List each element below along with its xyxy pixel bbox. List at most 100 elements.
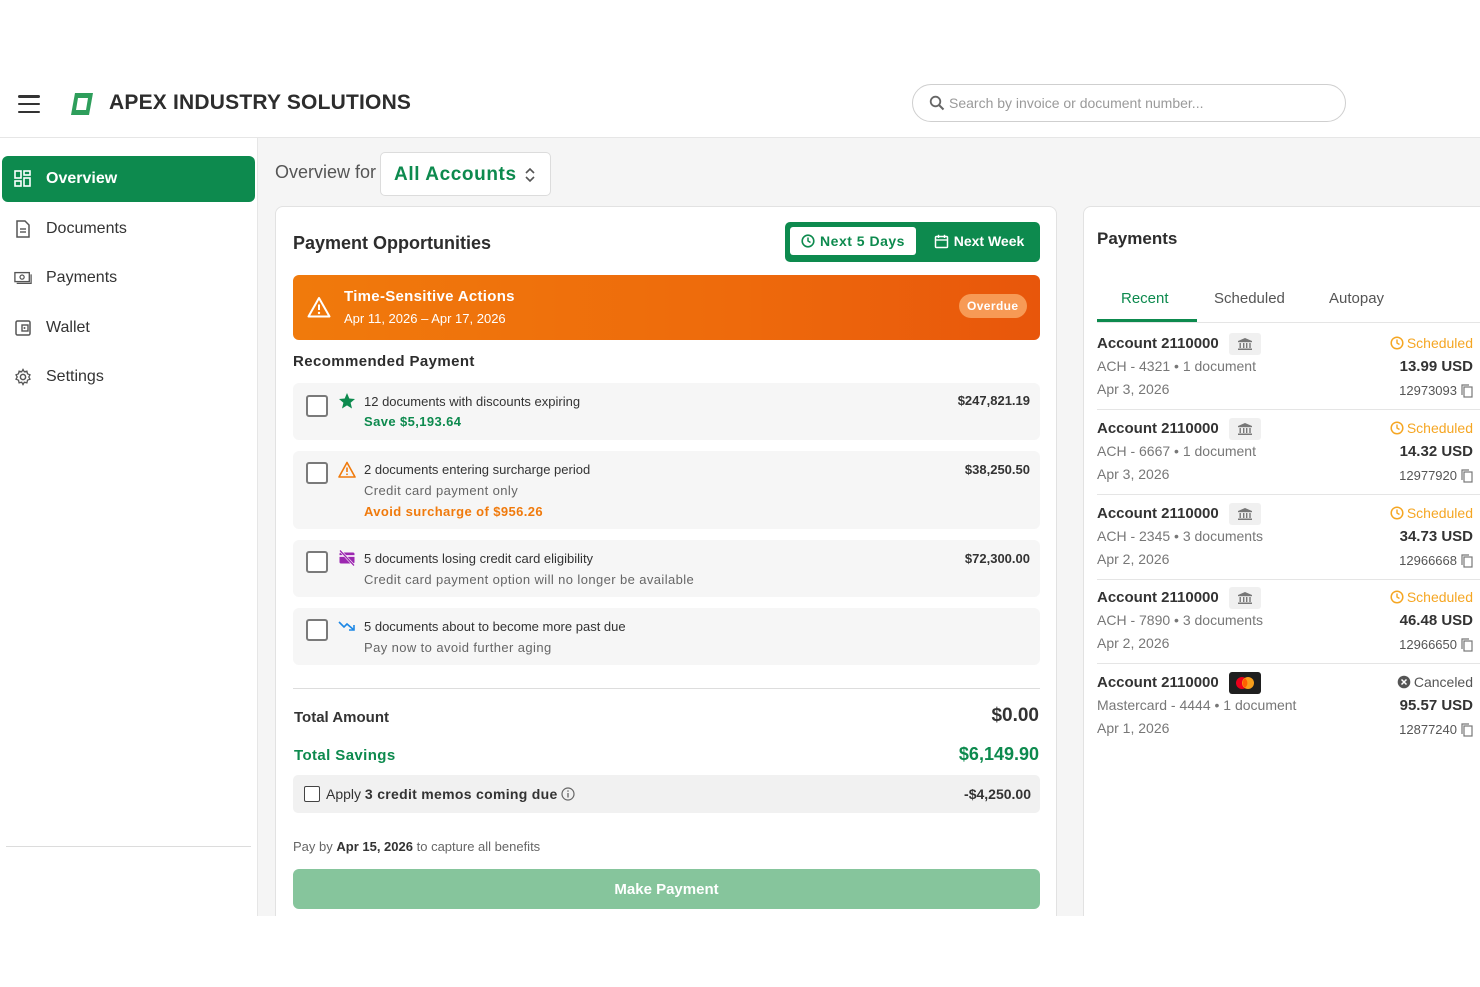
payment-account: Account 2110000 xyxy=(1097,589,1219,606)
alert-title: Time-Sensitive Actions xyxy=(344,288,515,305)
payment-opportunities-card: Payment Opportunities Next 5 Days Next W… xyxy=(275,206,1057,916)
payment-amount: 46.48 USD xyxy=(1399,612,1473,629)
sidebar-item-documents[interactable]: Documents xyxy=(2,206,255,252)
document-icon xyxy=(14,220,32,238)
payment-row[interactable]: Account 2110000 Mastercard - 4444 • 1 do… xyxy=(1097,664,1480,749)
tab-recent[interactable]: Recent xyxy=(1121,290,1169,307)
bank-icon xyxy=(1229,587,1261,609)
status-badge: Scheduled xyxy=(1390,505,1473,521)
payments-card: Payments Recent Scheduled Autopay Accoun… xyxy=(1083,206,1480,916)
payment-id: 12877240 xyxy=(1399,722,1473,737)
row-checkbox[interactable] xyxy=(306,619,328,641)
make-payment-button[interactable]: Make Payment xyxy=(293,869,1040,909)
payment-row[interactable]: Account 2110000 ACH - 2345 • 3 documents… xyxy=(1097,495,1480,580)
tab-autopay[interactable]: Autopay xyxy=(1329,290,1384,307)
row-savings: Avoid surcharge of $956.26 xyxy=(364,504,543,519)
sidebar-item-overview[interactable]: Overview xyxy=(2,156,255,202)
payment-method: ACH - 6667 • 1 document xyxy=(1097,443,1256,459)
period-toggle: Next 5 Days Next Week xyxy=(785,222,1040,262)
overdue-badge: Overdue xyxy=(959,294,1027,318)
cash-icon xyxy=(14,269,32,287)
payment-row[interactable]: Account 2110000 ACH - 4321 • 1 document … xyxy=(1097,325,1480,410)
grid-icon xyxy=(14,170,32,188)
warning-icon xyxy=(338,461,356,478)
payment-id: 12966668 xyxy=(1399,553,1473,568)
menu-icon[interactable] xyxy=(18,95,40,113)
payment-account: Account 2110000 xyxy=(1097,674,1219,691)
overview-label: Overview for xyxy=(275,162,377,182)
info-icon[interactable] xyxy=(560,787,575,801)
copy-icon[interactable] xyxy=(1461,553,1473,568)
account-select[interactable]: All Accounts xyxy=(380,152,551,196)
tab-scheduled[interactable]: Scheduled xyxy=(1214,290,1285,307)
sidebar-item-label: Documents xyxy=(46,220,127,237)
payment-method: ACH - 4321 • 1 document xyxy=(1097,358,1256,374)
payment-id-text: 12977920 xyxy=(1399,468,1457,483)
payment-id: 12966650 xyxy=(1399,637,1473,652)
clock-icon xyxy=(1390,336,1404,350)
sidebar-item-payments[interactable]: Payments xyxy=(2,255,255,301)
status-text: Scheduled xyxy=(1406,505,1473,521)
payments-title: Payments xyxy=(1097,229,1178,248)
payment-method: Mastercard - 4444 • 1 document xyxy=(1097,697,1297,713)
credit-memo-row[interactable]: Apply 3 credit memos coming due -$4,250.… xyxy=(293,775,1040,813)
card-title: Payment Opportunities xyxy=(293,233,492,253)
payment-amount: 14.32 USD xyxy=(1399,443,1473,460)
payment-row[interactable]: Account 2110000 ACH - 6667 • 1 document … xyxy=(1097,410,1480,495)
total-amount-value: $0.00 xyxy=(991,705,1039,726)
row-checkbox[interactable] xyxy=(306,551,328,573)
opportunity-row-card-eligibility[interactable]: 5 documents losing credit card eligibili… xyxy=(293,540,1040,597)
payment-id-text: 12966650 xyxy=(1399,637,1457,652)
credit-memo-amount: -$4,250.00 xyxy=(964,786,1031,802)
opportunity-row-discounts[interactable]: 12 documents with discounts expiring Sav… xyxy=(293,383,1040,440)
copy-icon[interactable] xyxy=(1461,637,1473,652)
wallet-icon xyxy=(14,319,32,337)
sidebar: Overview Documents Payments Wallet Setti… xyxy=(0,138,258,916)
clock-icon xyxy=(1390,506,1404,520)
credit-memo-checkbox[interactable] xyxy=(304,786,320,802)
row-checkbox[interactable] xyxy=(306,462,328,484)
app: APEX INDUSTRY SOLUTIONS Overview Documen… xyxy=(0,70,1480,916)
bank-icon xyxy=(1229,503,1261,525)
copy-icon[interactable] xyxy=(1461,383,1473,398)
search-input[interactable] xyxy=(949,91,1329,115)
sidebar-item-settings[interactable]: Settings xyxy=(2,354,255,400)
copy-icon[interactable] xyxy=(1461,722,1473,737)
row-title: 2 documents entering surcharge period xyxy=(364,462,591,477)
pay-by-note: Pay by Apr 15, 2026 to capture all benef… xyxy=(293,839,540,854)
status-text: Canceled xyxy=(1413,674,1473,690)
warning-icon xyxy=(307,297,331,318)
opportunity-row-past-due[interactable]: 5 documents about to become more past du… xyxy=(293,608,1040,665)
payment-amount: 34.73 USD xyxy=(1399,528,1473,545)
toggle-next-5-days[interactable]: Next 5 Days xyxy=(790,227,916,255)
payment-date: Apr 1, 2026 xyxy=(1097,720,1170,736)
sidebar-item-label: Payments xyxy=(46,269,118,286)
unfold-icon xyxy=(525,167,535,183)
payby-date: Apr 15, 2026 xyxy=(336,839,413,854)
status-badge: Canceled xyxy=(1397,674,1473,690)
cancel-icon xyxy=(1397,675,1411,689)
row-subtitle: Credit card payment option will no longe… xyxy=(364,572,695,587)
row-checkbox[interactable] xyxy=(306,395,328,417)
payment-row[interactable]: Account 2110000 ACH - 7890 • 3 documents… xyxy=(1097,579,1480,664)
toggle-next-week[interactable]: Next Week xyxy=(922,227,1036,255)
payment-account: Account 2110000 xyxy=(1097,420,1219,437)
time-sensitive-alert[interactable]: Time-Sensitive Actions Apr 11, 2026 – Ap… xyxy=(293,275,1040,340)
status-badge: Scheduled xyxy=(1390,335,1473,351)
clock-icon xyxy=(1390,590,1404,604)
payment-account: Account 2110000 xyxy=(1097,335,1219,352)
clock-icon xyxy=(801,234,815,248)
total-savings-label: Total Savings xyxy=(294,747,396,764)
sidebar-item-wallet[interactable]: Wallet xyxy=(2,305,255,351)
copy-icon[interactable] xyxy=(1461,468,1473,483)
sidebar-item-label: Wallet xyxy=(46,319,90,336)
opportunity-row-surcharge[interactable]: 2 documents entering surcharge period Cr… xyxy=(293,451,1040,529)
payment-amount: 95.57 USD xyxy=(1399,697,1473,714)
logo-icon xyxy=(71,93,93,115)
search-box[interactable] xyxy=(912,84,1346,122)
account-select-value: All Accounts xyxy=(394,164,517,185)
status-text: Scheduled xyxy=(1406,589,1473,605)
row-title: 12 documents with discounts expiring xyxy=(364,394,581,409)
row-title: 5 documents about to become more past du… xyxy=(364,619,626,634)
status-badge: Scheduled xyxy=(1390,589,1473,605)
